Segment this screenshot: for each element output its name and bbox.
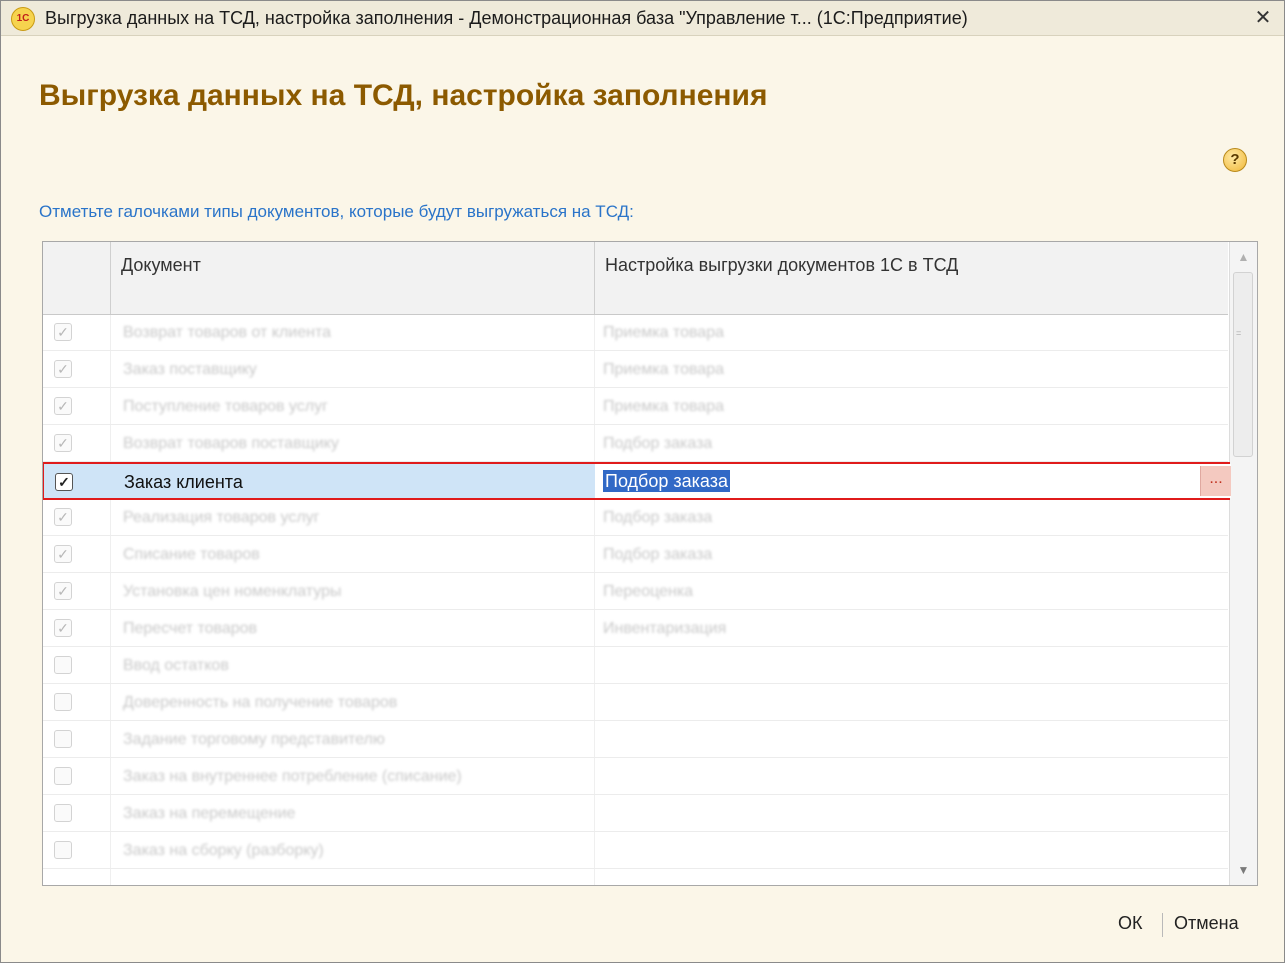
row-checkbox[interactable] [54,804,72,822]
title-bar: 1С Выгрузка данных на ТСД, настройка зап… [1,1,1284,36]
export-setting-cell: Приемка товара [603,398,724,415]
export-setting-cell: Приемка товара [603,324,724,341]
table-row[interactable]: ✓ Поступление товаров услуг Приемка товара [43,389,1228,425]
export-setting-cell: Подбор заказа [603,435,713,452]
row-checkbox[interactable] [54,656,72,674]
instruction-text: Отметьте галочками типы документов, кото… [39,202,634,221]
row-checkbox[interactable]: ✓ [54,619,72,637]
table-row[interactable]: Задание торговому представителю [43,722,1228,758]
document-name-cell: Заказ на перемещение [123,805,296,822]
row-checkbox[interactable]: ✓ [54,545,72,563]
document-name-cell: Заказ на сборку (разборку) [123,842,324,859]
export-setting-input[interactable]: Подбор заказа [603,470,730,492]
page-title: Выгрузка данных на ТСД, настройка заполн… [39,79,768,112]
row-checkbox[interactable]: ✓ [54,582,72,600]
document-name-cell: Поступление товаров услуг [123,398,328,415]
export-setting-editor[interactable]: Подбор заказа... [595,464,1231,498]
scroll-down-arrow-icon[interactable]: ▼ [1230,855,1257,885]
help-icon[interactable]: ? [1223,148,1247,172]
table-row-selected[interactable]: ✓ Заказ клиента Подбор заказа... [43,462,1231,500]
document-name-cell: Возврат товаров от клиента [123,324,332,341]
table-row[interactable]: ✓ Заказ поставщику Приемка товара [43,352,1228,388]
document-name-cell: Заказ поставщику [123,361,257,378]
document-name-cell: Задание торговому представителю [123,731,385,748]
scroll-up-arrow-icon[interactable]: ▲ [1230,242,1257,272]
table-row[interactable]: Заказ на внутреннее потребление (списани… [43,759,1228,795]
row-checkbox[interactable] [54,730,72,748]
app-logo-icon: 1С [11,7,35,31]
table-row[interactable]: ✓ Реализация товаров услуг Подбор заказа [43,500,1228,536]
table-row[interactable]: ✓ Списание товаров Подбор заказа [43,537,1228,573]
row-checkbox[interactable]: ✓ [55,473,73,491]
document-name-cell: Возврат товаров поставщику [123,435,339,452]
document-name-cell: Заказ на внутреннее потребление (списани… [123,768,462,785]
scroll-grip-icon: = [1236,328,1242,338]
ok-button[interactable]: ОК [1118,913,1143,934]
header-export-setting[interactable]: Настройка выгрузки документов 1С в ТСД [595,242,1228,314]
row-checkbox[interactable] [54,767,72,785]
dialog-window: 1С Выгрузка данных на ТСД, настройка зап… [0,0,1285,963]
document-name-cell: Пересчет товаров [123,620,258,637]
document-name-cell: Заказ клиента [124,472,243,492]
export-setting-cell: Подбор заказа [603,546,713,563]
window-title: Выгрузка данных на ТСД, настройка заполн… [45,8,968,28]
table-row[interactable]: ✓ Пересчет товаров Инвентаризация [43,611,1228,647]
table-row[interactable]: Доверенность на получение товаров [43,685,1228,721]
row-checkbox[interactable]: ✓ [54,397,72,415]
header-checkbox-column [43,242,111,314]
row-checkbox[interactable] [54,841,72,859]
document-name-cell: Реализация товаров услуг [123,509,320,526]
vertical-scrollbar[interactable]: ▲ = ▼ [1229,242,1257,885]
table-row[interactable]: ✓ Возврат товаров поставщику Подбор заказа [43,426,1228,462]
table-header: Документ Настройка выгрузки документов 1… [43,242,1228,315]
document-name-cell: Установка цен номенклатуры [123,583,342,600]
row-checkbox[interactable]: ✓ [54,323,72,341]
row-checkbox[interactable]: ✓ [54,434,72,452]
document-name-cell: Ввод остатков [123,657,229,674]
table-row[interactable]: ✓ Установка цен номенклатуры Переоценка [43,574,1228,610]
document-name-cell: Списание товаров [123,546,260,563]
header-document[interactable]: Документ [111,242,595,314]
table-row[interactable]: Заказ на сборку (разборку) [43,833,1228,869]
row-checkbox[interactable]: ✓ [54,360,72,378]
export-setting-cell: Приемка товара [603,361,724,378]
export-setting-cell: Подбор заказа [603,509,713,526]
cancel-button[interactable]: Отмена [1174,913,1239,934]
close-button[interactable]: ✕ [1250,5,1276,31]
table-row[interactable]: ✓ Возврат товаров от клиента Приемка товар… [43,315,1228,351]
document-types-table: Документ Настройка выгрузки документов 1… [42,241,1258,886]
export-setting-cell: Инвентаризация [603,620,727,637]
select-setting-button[interactable]: ... [1200,466,1231,496]
table-row[interactable]: Ввод остатков [43,648,1228,684]
row-checkbox[interactable] [54,693,72,711]
table-row[interactable]: Заказ на перемещение [43,796,1228,832]
export-setting-cell: Переоценка [603,583,694,600]
document-name-cell: Доверенность на получение товаров [123,694,398,711]
scroll-thumb[interactable] [1233,272,1253,457]
row-checkbox[interactable]: ✓ [54,508,72,526]
